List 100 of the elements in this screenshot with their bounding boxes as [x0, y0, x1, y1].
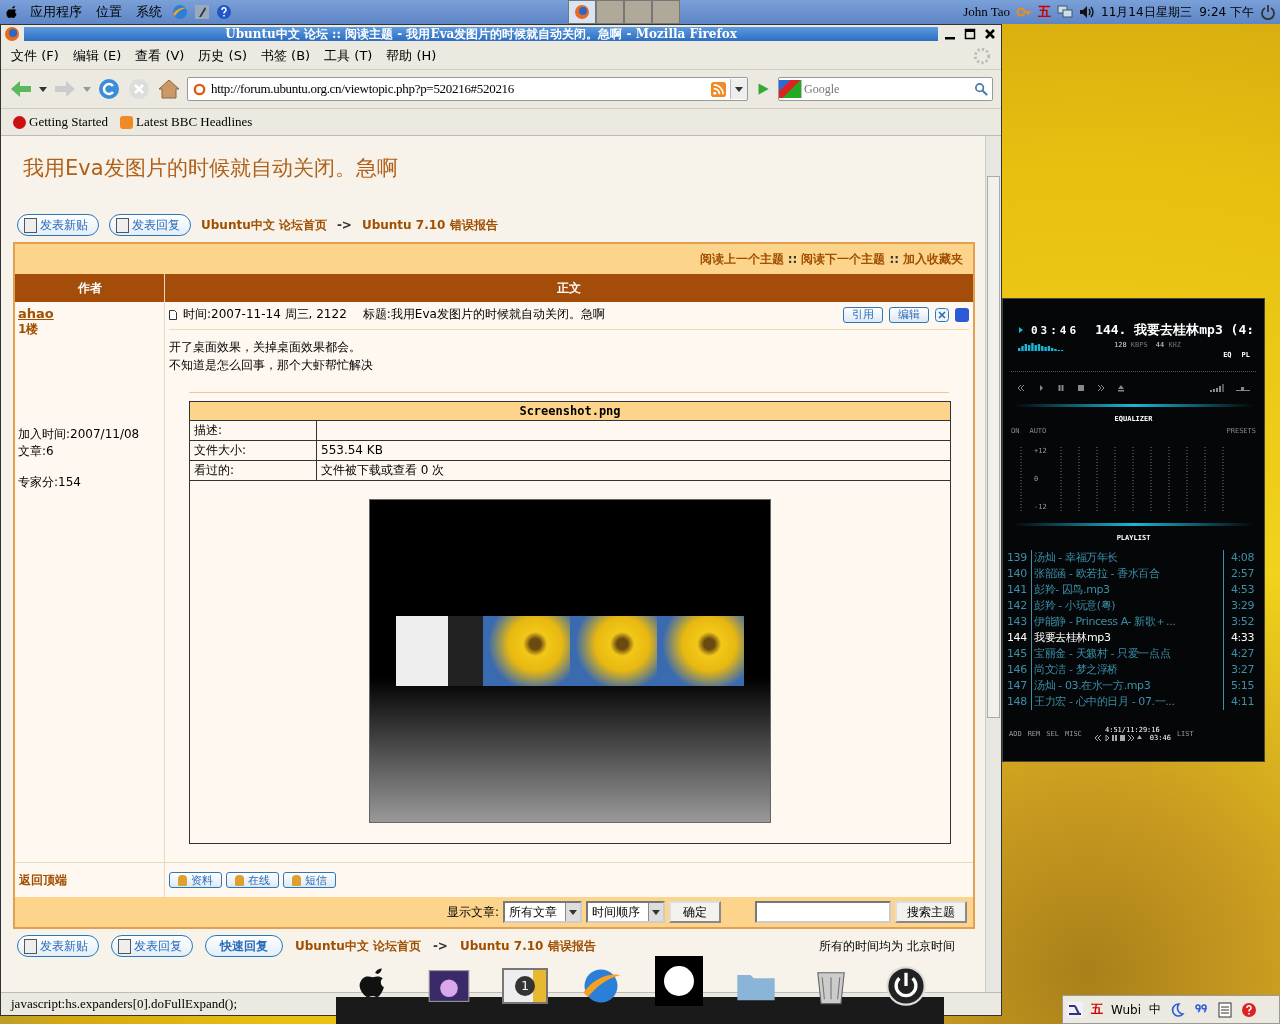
volume-icon[interactable]	[1079, 4, 1096, 20]
post-icon	[169, 309, 177, 320]
menu-item[interactable]: 书签 (B)	[260, 47, 311, 65]
profile-button[interactable]: 在线	[226, 872, 279, 888]
firefox-task-button[interactable]	[568, 0, 596, 24]
moon-icon[interactable]	[1169, 1001, 1185, 1018]
author-link[interactable]: ahao	[18, 306, 161, 321]
playlist-item[interactable]: 139 汤灿 - 幸福万年长 4:08	[1007, 550, 1254, 566]
previous-icon[interactable]	[1017, 384, 1025, 392]
playlist-item[interactable]: 145 宝丽金 - 天籁村 - 只爱一点点 4:27	[1007, 646, 1254, 662]
menu-item[interactable]: 编辑 (E)	[72, 47, 122, 65]
playlist-item[interactable]: 146 尚文洁 - 梦之浮桥 3:27	[1007, 662, 1254, 678]
delete-icon[interactable]	[935, 307, 949, 322]
post-button[interactable]: 发表回复	[109, 214, 191, 236]
topic-nav-link[interactable]: 阅读下一个主题	[801, 250, 886, 268]
maximize-icon[interactable]	[964, 28, 976, 40]
clock[interactable]: 11月14日星期三 9:24 下午	[1101, 3, 1254, 21]
post-action-button[interactable]: 编辑	[889, 306, 929, 323]
pause-icon[interactable]	[1057, 384, 1065, 392]
topic-nav-link[interactable]: 加入收藏夹	[903, 250, 963, 268]
playlist-item[interactable]: 147 汤灿 - 03.在水一方.mp3 5:15	[1007, 678, 1254, 694]
posts-dropdown[interactable]: 所有文章	[503, 901, 582, 923]
post-count: 文章:6	[18, 443, 55, 460]
bookmark-link[interactable]: Getting Started	[13, 114, 109, 130]
search-icon[interactable]	[974, 81, 989, 97]
history-dropdown-button[interactable]	[730, 79, 747, 99]
post-button[interactable]: 发表回复	[111, 935, 193, 957]
menu-item[interactable]: 历史 (S)	[198, 47, 247, 65]
panel-menu[interactable]: 系统	[132, 3, 166, 21]
playlist-item[interactable]: 148 王力宏 - 心中的日月 - 07.一... 4:11	[1007, 694, 1254, 710]
ip-icon[interactable]	[955, 307, 969, 322]
breadcrumb-link[interactable]: Ubuntu中文 论坛首页	[295, 937, 421, 955]
logo-icon[interactable]	[1067, 1001, 1083, 1018]
play-indicator-icon	[1019, 327, 1023, 333]
order-dropdown[interactable]: 时间顺序	[586, 901, 665, 923]
panel-menu[interactable]: 位置	[92, 3, 126, 21]
playlist-item[interactable]: 142 彭羚 - 小玩意(粤) 3:29	[1007, 598, 1254, 614]
topic-nav-link[interactable]: 阅读上一个主题	[699, 250, 784, 268]
join-date: 加入时间:2007/11/08	[18, 426, 141, 443]
firefox-icon	[574, 4, 590, 20]
language-indicator[interactable]: 中	[1149, 1001, 1161, 1018]
menu-item[interactable]: 帮助 (H)	[386, 47, 437, 65]
input-method-name[interactable]: Wubi	[1111, 1002, 1141, 1017]
profile-button[interactable]: 短信	[283, 872, 336, 888]
link-separator: ::	[889, 252, 899, 266]
playlist-item[interactable]: 140 张韶涵 - 欧若拉 - 香水百合 2:57	[1007, 566, 1254, 582]
breadcrumb-link[interactable]: Ubuntu 7.10 错误报告	[459, 937, 596, 955]
throbber-icon	[973, 47, 991, 65]
post-action-button[interactable]: 引用	[843, 306, 883, 323]
confirm-button[interactable]: 确定	[669, 901, 721, 923]
count-badge: 1	[515, 976, 536, 996]
search-topic-button[interactable]: 搜索主题	[895, 901, 967, 923]
seek-bar[interactable]	[1011, 371, 1256, 374]
mini-controls-drawing[interactable]	[1093, 734, 1142, 742]
topic-search-field[interactable]	[755, 901, 891, 923]
back-to-top-link[interactable]: 返回顶端	[19, 871, 67, 889]
search-engine-icon[interactable]	[779, 80, 802, 98]
keyboard-icon[interactable]	[1217, 1001, 1233, 1018]
breadcrumb-link[interactable]: Ubuntu中文 论坛首页	[201, 216, 327, 234]
next-icon[interactable]	[1097, 384, 1105, 392]
post-time: 时间:2007-11-14 周三, 2122	[183, 306, 347, 323]
network-icon[interactable]	[1057, 4, 1074, 20]
volume-bars-icon[interactable]	[1210, 384, 1224, 392]
eject-icon[interactable]	[1117, 384, 1125, 392]
bookmark-link[interactable]: Latest BBC Headlines	[120, 114, 253, 130]
attachment-label: 文件大小:	[190, 441, 317, 460]
balance-slider-icon[interactable]	[1236, 384, 1250, 392]
close-icon[interactable]	[984, 28, 996, 40]
expert-score: 专家分:154	[18, 474, 82, 491]
stop-icon[interactable]	[1077, 384, 1085, 392]
address-bar[interactable]: http://forum.ubuntu.org.cn/viewtopic.php?p=520216#520216	[187, 77, 748, 101]
post-button[interactable]: 发表新贴	[17, 214, 99, 236]
dropdown-caret-icon[interactable]	[39, 86, 47, 92]
breadcrumb-link[interactable]: Ubuntu 7.10 错误报告	[361, 216, 498, 234]
vertical-scrollbar[interactable]	[985, 136, 1001, 992]
post-button[interactable]: 快速回复	[205, 935, 283, 957]
input-method-indicator[interactable]: 五	[1091, 1001, 1103, 1018]
menu-item[interactable]: 查看 (V)	[135, 47, 185, 65]
user-name[interactable]: John Tao	[963, 4, 1011, 20]
menu-item[interactable]: 工具 (T)	[324, 47, 373, 65]
search-field[interactable]: Google	[778, 77, 993, 101]
menu-item[interactable]: 文件 (F)	[11, 47, 59, 65]
panel-menu[interactable]: 应用程序	[26, 3, 86, 21]
profile-button[interactable]: 资料	[169, 872, 222, 888]
help-icon[interactable]	[1241, 1001, 1257, 1018]
power-icon[interactable]	[884, 964, 929, 1008]
attachment-value: 文件被下载或查看 0 次	[321, 463, 445, 477]
post-button[interactable]: 发表新贴	[17, 935, 99, 957]
play-icon[interactable]	[1037, 384, 1045, 392]
playlist-item[interactable]: 141 彭羚- 囚鸟.mp3 4:53	[1007, 582, 1254, 598]
attachment-label: 看过的:	[190, 461, 317, 480]
playlist-item[interactable]: 144 我要去桂林mp3 4:33	[1007, 630, 1254, 646]
calendar-icon[interactable]: 1	[502, 968, 549, 1004]
reload-icon[interactable]	[97, 77, 121, 101]
post-subject: 标题:我用Eva发图片的时候就自动关闭。急啊	[362, 306, 605, 323]
home-icon[interactable]	[157, 77, 181, 101]
screenshot-thumbnail[interactable]	[369, 499, 771, 823]
preamp-track-drawing	[1019, 447, 1023, 511]
playlist-item[interactable]: 143 伊能静 - Princess A- 新歌＋... 3:52	[1007, 614, 1254, 630]
help-icon[interactable]	[216, 4, 232, 20]
